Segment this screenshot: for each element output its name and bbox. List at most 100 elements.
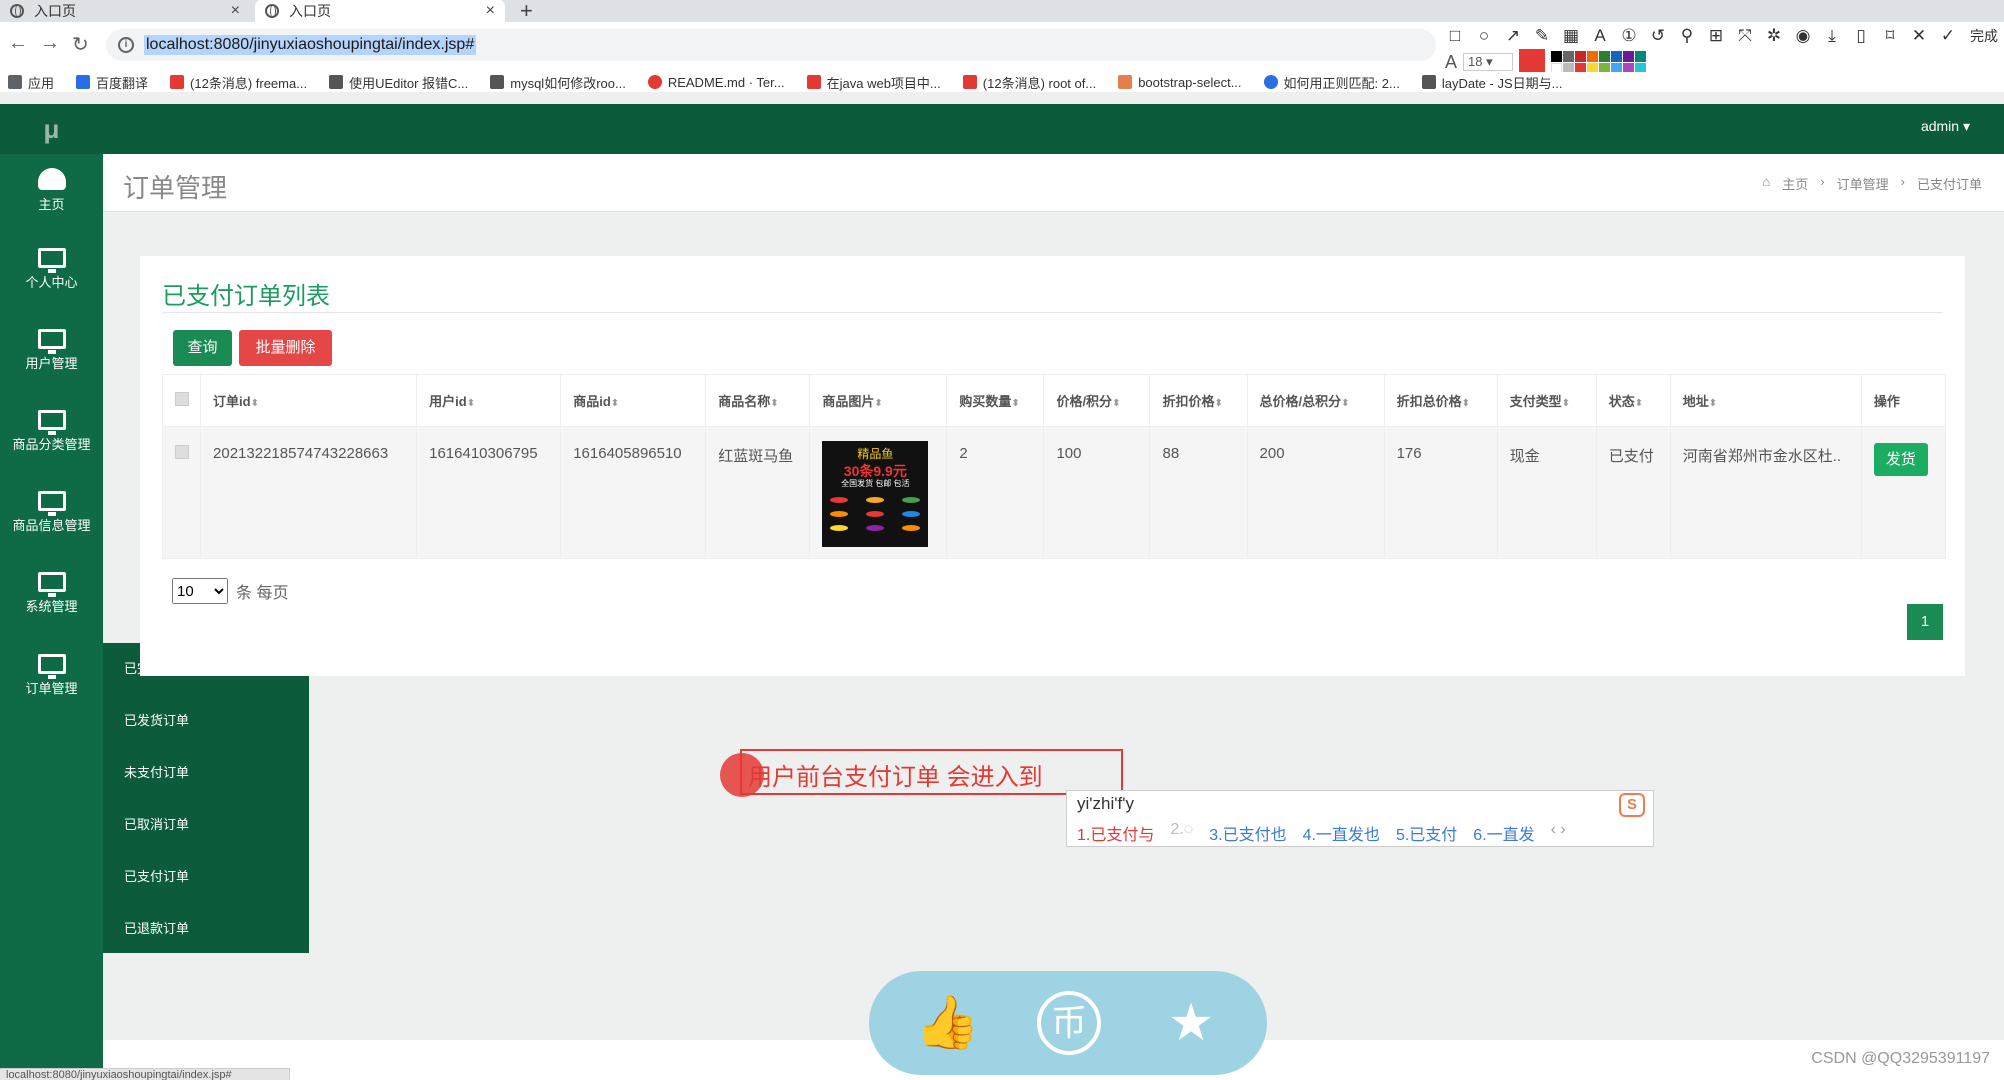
column-header[interactable]: 状态⬍ xyxy=(1595,374,1671,427)
sort-icon[interactable]: ⬍ xyxy=(1635,398,1643,409)
circle-tool-icon[interactable]: ○ xyxy=(1474,26,1494,46)
column-header[interactable]: 价格/积分⬍ xyxy=(1043,374,1151,427)
url-text[interactable]: localhost:8080/jinyuxiaoshoupingtai/inde… xyxy=(144,35,477,55)
ship-button[interactable]: 发货 xyxy=(1873,443,1928,476)
back-icon[interactable]: ← xyxy=(8,32,28,55)
browser-tab-1[interactable]: 入口页 × xyxy=(0,0,250,22)
submenu-item-paid[interactable]: 已支付订单 xyxy=(103,851,309,903)
sort-icon[interactable]: ⬍ xyxy=(467,398,475,409)
bookmark-item[interactable]: (12条消息) freema... xyxy=(170,73,307,92)
copy-icon[interactable]: ▯ xyxy=(1851,26,1871,46)
column-header[interactable]: 地址⬍ xyxy=(1669,374,1862,427)
ime-candidate[interactable]: 1.已支付与 xyxy=(1077,821,1154,845)
record-icon[interactable]: ◉ xyxy=(1793,26,1813,46)
done-icon[interactable]: ✓ xyxy=(1938,26,1958,46)
scroll-capture-icon[interactable]: ⤧ xyxy=(1735,26,1755,46)
translate-icon[interactable]: ✲ xyxy=(1764,26,1784,46)
column-header[interactable]: 订单id⬍ xyxy=(200,374,418,427)
sidebar-item-products[interactable]: 商品信息管理 xyxy=(0,485,103,565)
sort-icon[interactable]: ⬍ xyxy=(874,398,882,409)
new-tab-icon[interactable]: + xyxy=(520,0,533,24)
submenu-item-unpaid[interactable]: 未支付订单 xyxy=(103,747,309,799)
bookmark-item[interactable]: 在java web项目中... xyxy=(806,73,941,92)
sidebar-item-categories[interactable]: 商品分类管理 xyxy=(0,404,103,484)
user-menu[interactable]: admin ▾ xyxy=(1921,118,1970,135)
column-header[interactable]: 商品图片⬍ xyxy=(809,374,948,427)
sidebar-item-users[interactable]: 用户管理 xyxy=(0,323,103,403)
sort-icon[interactable]: ⬍ xyxy=(1112,398,1120,409)
sidebar-item-system[interactable]: 系统管理 xyxy=(0,566,103,646)
select-all-checkbox[interactable] xyxy=(175,392,189,406)
pen-tool-icon[interactable]: ✎ xyxy=(1532,26,1552,46)
ime-candidate[interactable]: 5.已支付 xyxy=(1396,821,1457,845)
sidebar-item-orders[interactable]: 订单管理 xyxy=(0,648,103,728)
coin-icon[interactable]: 币 xyxy=(1037,991,1101,1055)
page-size-select[interactable]: 10 xyxy=(172,578,228,604)
download-icon[interactable]: ⤓ xyxy=(1822,26,1842,46)
page-button-1[interactable]: 1 xyxy=(1907,604,1943,640)
sort-icon[interactable]: ⬍ xyxy=(251,398,259,409)
sidebar-item-home[interactable]: 主页 xyxy=(0,162,103,242)
submenu-item-cancelled[interactable]: 已取消订单 xyxy=(103,799,309,851)
bookmark-item[interactable]: bootstrap-select... xyxy=(1118,75,1242,90)
thumbs-up-icon[interactable]: 👍 xyxy=(915,991,980,1055)
bookmark-icon[interactable]: ⌑ xyxy=(1880,26,1900,46)
ime-candidate[interactable]: 2.◌ xyxy=(1170,821,1193,845)
browser-tab-2[interactable]: 入口页 × xyxy=(255,0,505,22)
bookmark-item[interactable]: README.md · Ter... xyxy=(647,75,785,90)
undo-icon[interactable]: ↺ xyxy=(1648,26,1668,46)
column-header[interactable]: 商品名称⬍ xyxy=(705,374,811,427)
font-size-select[interactable]: 18 ▾ xyxy=(1463,53,1514,71)
bookmark-item[interactable]: 如何用正则匹配: 2... xyxy=(1263,73,1400,92)
ime-candidate[interactable]: 3.已支付也 xyxy=(1209,821,1286,845)
sort-icon[interactable]: ⬍ xyxy=(770,398,778,409)
submenu-item-refunded[interactable]: 已退款订单 xyxy=(103,903,309,955)
bookmark-item[interactable]: layDate - JS日期与... xyxy=(1421,73,1562,92)
bookmark-item[interactable]: 百度翻译 xyxy=(76,73,148,92)
ime-candidate[interactable]: 4.一直发也 xyxy=(1303,821,1380,845)
sort-icon[interactable]: ⬍ xyxy=(1011,398,1019,409)
address-bar[interactable]: i localhost:8080/jinyuxiaoshoupingtai/in… xyxy=(106,29,1436,61)
star-icon[interactable]: ★ xyxy=(1159,991,1223,1055)
submenu-item-shipped[interactable]: 已发货订单 xyxy=(103,695,309,747)
query-button[interactable]: 查询 xyxy=(173,330,232,366)
sort-icon[interactable]: ⬍ xyxy=(1341,398,1349,409)
sort-icon[interactable]: ⬍ xyxy=(1462,398,1470,409)
arrow-tool-icon[interactable]: ↗ xyxy=(1503,26,1523,46)
column-header[interactable]: 商品id⬍ xyxy=(560,374,707,427)
ime-candidate[interactable]: 6.一直发 xyxy=(1473,821,1534,845)
app-logo[interactable]: μ xyxy=(0,104,103,154)
ocr-icon[interactable]: ⊞ xyxy=(1706,26,1726,46)
info-icon[interactable]: i xyxy=(118,37,134,53)
reload-icon[interactable]: ↻ xyxy=(72,32,89,57)
ime-page-arrows[interactable]: ‹ › xyxy=(1551,821,1566,845)
close-icon[interactable]: × xyxy=(486,2,495,20)
bookmark-item[interactable]: 使用UEditor 报错C... xyxy=(329,73,468,92)
bookmark-item[interactable]: 应用 xyxy=(8,73,54,92)
mosaic-tool-icon[interactable]: ▦ xyxy=(1561,26,1581,46)
breadcrumb-orders[interactable]: 订单管理 xyxy=(1837,174,1889,193)
color-palette[interactable] xyxy=(1551,50,1647,74)
sort-icon[interactable]: ⬍ xyxy=(1562,398,1570,409)
bookmark-item[interactable]: mysql如何修改roo... xyxy=(490,73,626,92)
annotation-text-box[interactable]: 用户前台支付订单 会进入到 xyxy=(720,749,1123,797)
batch-delete-button[interactable]: 批量删除 xyxy=(239,330,332,366)
forward-icon[interactable]: → xyxy=(40,32,60,55)
text-tool-icon[interactable]: A xyxy=(1590,26,1610,46)
number-tool-icon[interactable]: ① xyxy=(1619,26,1639,46)
row-checkbox[interactable] xyxy=(175,445,189,459)
cancel-icon[interactable]: ✕ xyxy=(1909,26,1929,46)
bookmark-item[interactable]: (12条消息) root of... xyxy=(962,73,1096,92)
pin-icon[interactable]: ⚲ xyxy=(1677,26,1697,46)
done-label[interactable]: 完成 xyxy=(1970,26,1998,46)
sort-icon[interactable]: ⬍ xyxy=(611,398,619,409)
close-icon[interactable]: × xyxy=(231,2,240,20)
column-header[interactable]: 总价格/总积分⬍ xyxy=(1246,374,1385,427)
breadcrumb-home[interactable]: 主页 xyxy=(1782,174,1808,193)
column-header[interactable]: 折扣总价格⬍ xyxy=(1383,374,1498,427)
column-header[interactable]: 购买数量⬍ xyxy=(946,374,1045,427)
rectangle-tool-icon[interactable]: □ xyxy=(1445,26,1465,46)
column-header[interactable]: 折扣价格⬍ xyxy=(1149,374,1248,427)
column-header[interactable]: 支付类型⬍ xyxy=(1496,374,1597,427)
product-image[interactable]: 精品鱼 30条9.9元 全国发货 包邮 包活 xyxy=(822,441,929,547)
